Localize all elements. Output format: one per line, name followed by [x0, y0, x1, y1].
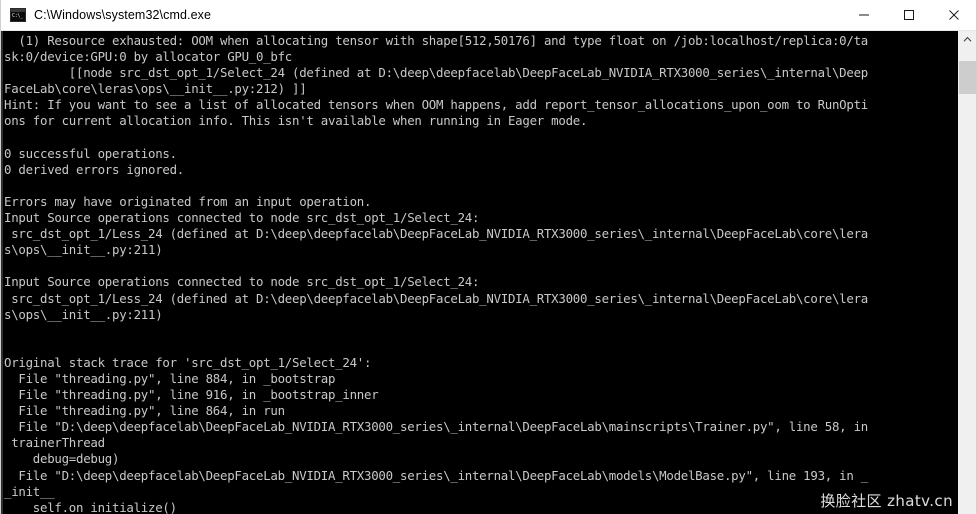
console-line: src_dst_opt_1/Less_24 (defined at D:\dee… [4, 290, 868, 306]
minimize-icon [858, 14, 869, 16]
scrollbar-thumb[interactable] [959, 61, 976, 94]
console-line: File "threading.py", line 916, in _boots… [4, 387, 379, 403]
scrollbar-track[interactable] [959, 48, 976, 514]
minimize-button[interactable] [841, 0, 886, 30]
console-line: Original stack trace for 'src_dst_opt_1/… [4, 354, 372, 370]
console-line: s\ops\__init__.py:211) [4, 242, 163, 258]
console-line: File "D:\deep\deepfacelab\DeepFaceLab_NV… [4, 419, 868, 435]
console-line: src_dst_opt_1/Less_24 (defined at D:\dee… [4, 226, 868, 242]
close-icon [948, 10, 959, 20]
title-bar[interactable]: C:\_ C:\Windows\system32\cmd.exe [1, 0, 976, 31]
maximize-icon [903, 10, 914, 20]
console-line: 0 derived errors ignored. [4, 161, 184, 177]
console-line: _init__ [4, 483, 55, 499]
cmd-icon-screen: C:\_ [11, 12, 25, 21]
close-button[interactable] [931, 0, 976, 30]
window-title: C:\Windows\system32\cmd.exe [34, 8, 212, 22]
console-output[interactable]: (1) Resource exhausted: OOM when allocat… [1, 31, 958, 514]
console-line: sk:0/device:GPU:0 by allocator GPU_0_bfc [4, 49, 292, 65]
maximize-button[interactable] [886, 0, 931, 30]
console-area: (1) Resource exhausted: OOM when allocat… [1, 31, 976, 514]
console-line: File "D:\deep\deepfacelab\DeepFaceLab_NV… [4, 467, 868, 483]
console-line: trainerThread [4, 435, 105, 451]
console-line: debug=debug) [4, 451, 120, 467]
console-line: 0 successful operations. [4, 145, 177, 161]
console-line: [[node src_dst_opt_1/Select_24 (defined … [4, 65, 868, 81]
console-line: (1) Resource exhausted: OOM when allocat… [4, 33, 868, 48]
console-scrollbar[interactable] [958, 31, 976, 514]
scrollbar-up-button[interactable] [959, 31, 976, 48]
console-line: FaceLab\core\leras\ops\__init__.py:212) … [4, 81, 307, 97]
title-bar-left: C:\_ C:\Windows\system32\cmd.exe [1, 8, 841, 22]
console-line: s\ops\__init__.py:211) [4, 306, 163, 322]
window-controls [841, 0, 976, 30]
console-line: ons for current allocation info. This is… [4, 113, 588, 129]
console-line: File "threading.py", line 864, in run [4, 403, 285, 419]
console-line: Input Source operations connected to nod… [4, 210, 480, 226]
console-line: self.on_initialize() [4, 499, 177, 514]
chevron-up-icon [963, 36, 972, 42]
console-line: Input Source operations connected to nod… [4, 274, 480, 290]
console-line: Hint: If you want to see a list of alloc… [4, 97, 868, 113]
cmd-window: C:\_ C:\Windows\system32\cmd.exe (1) Res… [0, 0, 977, 514]
console-line: File "threading.py", line 884, in _boots… [4, 370, 336, 386]
cmd-icon: C:\_ [10, 8, 26, 22]
console-line: Errors may have originated from an input… [4, 193, 372, 209]
